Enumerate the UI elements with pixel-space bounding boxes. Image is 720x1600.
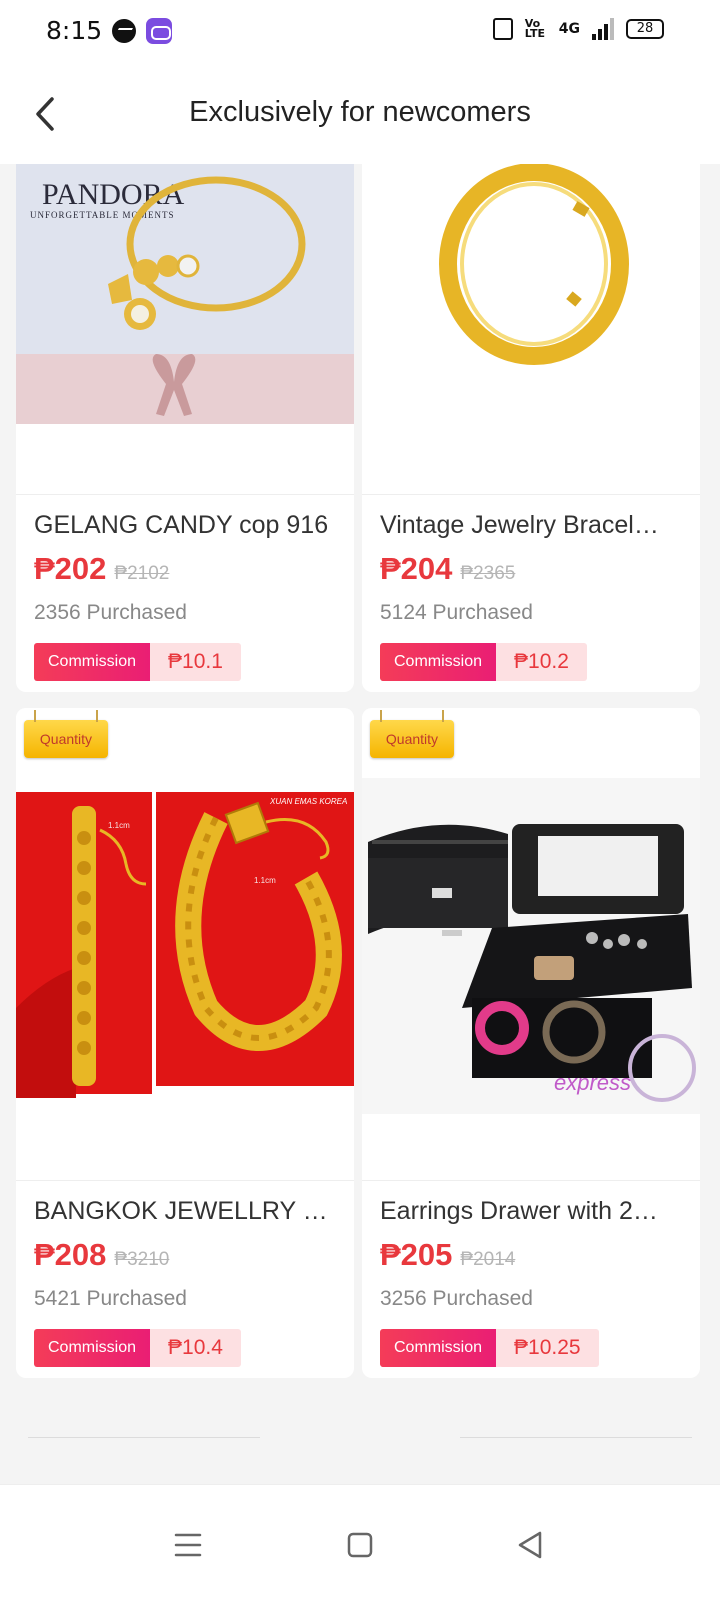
app-notification-icon [146, 18, 172, 44]
status-icons: Vo LTE 4G 28 [492, 17, 664, 40]
network-label: 4G [558, 21, 580, 37]
price-row: ₱204 ₱2365 [380, 551, 515, 587]
product-info: Earrings Drawer with 2… ₱205 ₱2014 3256 … [362, 1180, 700, 1378]
product-info: GELANG CANDY cop 916 ₱202 ₱2102 2356 Pur… [16, 494, 354, 692]
product-name: Earrings Drawer with 2… [380, 1197, 658, 1225]
purchased-count: 3256 Purchased [380, 1287, 533, 1310]
product-grid: PANDORA UNFORGETTABLE MOMENTS GELANG CAN… [0, 164, 720, 1484]
price-row: ₱208 ₱3210 [34, 1237, 169, 1273]
commission-value: ₱10.1 [150, 643, 241, 681]
product-name: BANGKOK JEWELLRY B… [34, 1197, 340, 1225]
quantity-tag: Quantity [24, 710, 108, 758]
commission-badge: Commission ₱10.25 [380, 1329, 599, 1367]
product-name: GELANG CANDY cop 916 [34, 511, 329, 539]
purchased-count: 5124 Purchased [380, 601, 533, 624]
status-bar: 8:15 Vo LTE 4G 28 [0, 0, 720, 64]
size-label: 1.1cm [108, 821, 130, 830]
home-button[interactable] [330, 1515, 390, 1575]
volte-icon: Vo LTE [524, 17, 545, 40]
no-more-data-label: No more data [296, 1424, 424, 1447]
product-price: ₱205 [380, 1237, 453, 1272]
product-card[interactable]: Vintage Jewelry Bracel… ₱204 ₱2365 5124 … [362, 164, 700, 692]
product-price: ₱204 [380, 551, 453, 586]
menu-icon [174, 1533, 202, 1557]
price-row: ₱202 ₱2102 [34, 551, 169, 587]
purchased-count: 2356 Purchased [34, 601, 187, 624]
product-image: PANDORA UNFORGETTABLE MOMENTS [16, 164, 354, 494]
commission-badge: Commission ₱10.4 [34, 1329, 241, 1367]
original-price: ₱2102 [114, 563, 170, 584]
product-card[interactable]: express Quantity Earrings Drawer with 2…… [362, 708, 700, 1378]
square-icon [347, 1532, 373, 1558]
product-card[interactable]: PANDORA UNFORGETTABLE MOMENTS GELANG CAN… [16, 164, 354, 692]
commission-badge: Commission ₱10.1 [34, 643, 241, 681]
quantity-tag: Quantity [370, 710, 454, 758]
watermark-text: express [554, 1070, 631, 1095]
product-card[interactable]: 1.1cm 1.1cm XUAN EMAS KOREA Quantity BAN… [16, 708, 354, 1378]
product-info: BANGKOK JEWELLRY B… ₱208 ₱3210 5421 Purc… [16, 1180, 354, 1378]
tagline-text: UNFORGETTABLE MOMENTS [30, 210, 175, 220]
commission-label: Commission [380, 1329, 497, 1367]
commission-label: Commission [34, 643, 151, 681]
original-price: ₱2014 [460, 1249, 516, 1270]
page-title: Exclusively for newcomers [189, 96, 531, 128]
purchased-count: 5421 Purchased [34, 1287, 187, 1310]
original-price: ₱3210 [114, 1249, 170, 1270]
product-image: express Quantity [362, 708, 700, 1180]
back-nav-button[interactable] [500, 1515, 560, 1575]
watermark-text: XUAN EMAS KOREA [269, 797, 347, 806]
messenger-icon [112, 19, 136, 43]
product-name: Vintage Jewelry Bracel… [380, 511, 659, 539]
triangle-back-icon [518, 1531, 542, 1559]
commission-value: ₱10.4 [150, 1329, 241, 1367]
page-header: Exclusively for newcomers [0, 64, 720, 164]
commission-label: Commission [380, 643, 497, 681]
commission-label: Commission [34, 1329, 151, 1367]
commission-value: ₱10.25 [496, 1329, 599, 1367]
product-price: ₱208 [34, 1237, 107, 1272]
product-image: 1.1cm 1.1cm XUAN EMAS KOREA Quantity [16, 708, 354, 1180]
product-price: ₱202 [34, 551, 107, 586]
system-nav-bar [0, 1484, 720, 1600]
commission-value: ₱10.2 [496, 643, 587, 681]
status-time: 8:15 [46, 16, 103, 45]
size-label: 1.1cm [254, 876, 276, 885]
product-info: Vintage Jewelry Bracel… ₱204 ₱2365 5124 … [362, 494, 700, 692]
product-image [362, 164, 700, 494]
original-price: ₱2365 [460, 563, 516, 584]
vibrate-icon [492, 18, 513, 40]
battery-icon: 28 [626, 19, 664, 39]
commission-badge: Commission ₱10.2 [380, 643, 587, 681]
price-row: ₱205 ₱2014 [380, 1237, 515, 1273]
signal-icon [592, 18, 614, 40]
menu-button[interactable] [158, 1515, 218, 1575]
